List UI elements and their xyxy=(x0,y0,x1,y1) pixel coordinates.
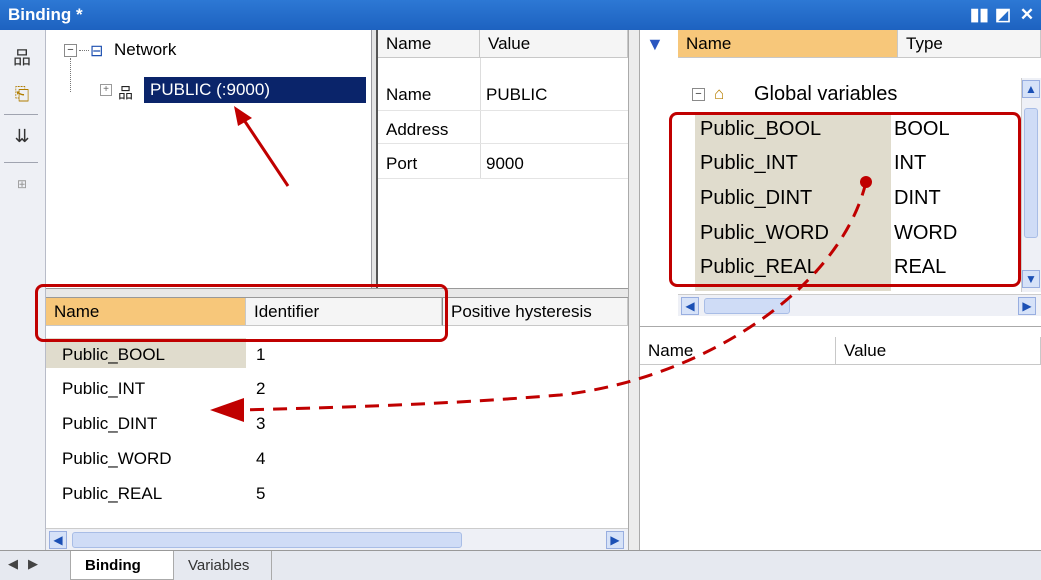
tab-variables[interactable]: Variables xyxy=(176,551,272,580)
tab-binding[interactable]: Binding xyxy=(70,551,174,580)
tab-variables-label: Variables xyxy=(188,557,250,574)
tab-scroll-right-icon[interactable]: ▶ xyxy=(28,556,38,572)
tab-binding-label: Binding xyxy=(85,557,141,574)
tab-scroll-left-icon[interactable]: ◀ xyxy=(8,556,18,572)
annotation-dashed-arrow xyxy=(210,176,872,422)
tab-bar: ◀ ▶ Binding Variables xyxy=(0,550,1041,580)
